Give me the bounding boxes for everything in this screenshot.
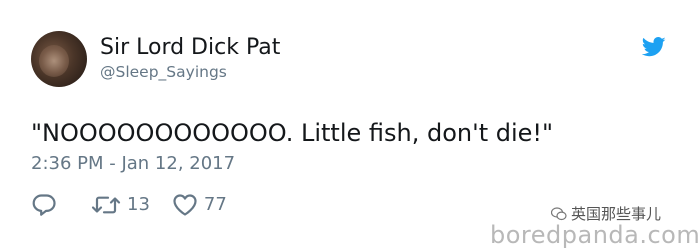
heart-icon: [173, 194, 197, 216]
tweet-card: Sir Lord Dick Pat @Sleep_Sayings "NOOOOO…: [0, 0, 700, 248]
reply-icon: [32, 194, 56, 216]
wechat-icon: [551, 207, 567, 221]
tweet-actions: 13 77: [31, 191, 227, 219]
reply-button[interactable]: [31, 193, 57, 217]
author-handle[interactable]: @Sleep_Sayings: [100, 62, 227, 82]
like-count: 77: [203, 194, 227, 215]
retweet-icon: [91, 196, 121, 214]
avatar-photo-detail: [39, 45, 69, 77]
author-display-name[interactable]: Sir Lord Dick Pat: [100, 34, 280, 62]
retweet-button[interactable]: 13: [91, 193, 150, 217]
boredpanda-watermark: boredpanda.com: [490, 221, 700, 248]
tweet-timestamp[interactable]: 2:36 PM - Jan 12, 2017: [31, 152, 235, 176]
retweet-count: 13: [127, 194, 150, 215]
twitter-bird-icon[interactable]: [642, 37, 666, 57]
avatar[interactable]: [31, 31, 87, 87]
tweet-text: "NOOOOOOOOOOOO. Little fish, don't die!": [31, 119, 554, 147]
like-button[interactable]: 77: [172, 193, 227, 217]
